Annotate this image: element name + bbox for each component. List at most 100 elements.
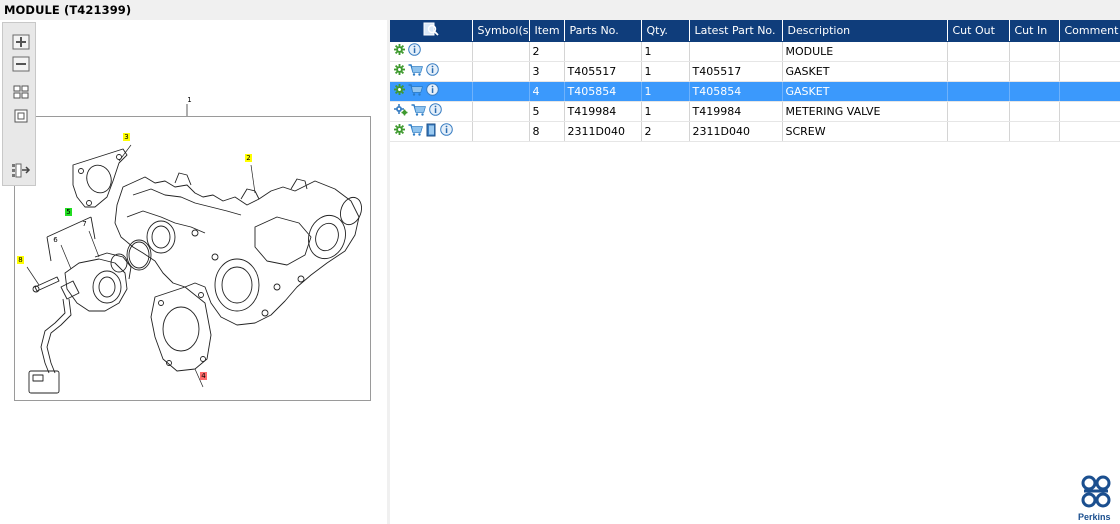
cut-out-cell	[947, 81, 1010, 102]
export-icon	[12, 163, 31, 178]
latest-part-no-cell: T405517	[689, 61, 783, 82]
cart-icon[interactable]	[411, 103, 426, 119]
actual-size-button[interactable]	[11, 107, 31, 125]
title-bar: MODULE (T421399)	[0, 0, 1120, 20]
actual-size-icon	[14, 109, 28, 123]
item-cell: 2	[529, 41, 565, 62]
qty-cell: 1	[641, 61, 690, 82]
qty-cell: 1	[641, 101, 690, 122]
qty-cell: 2	[641, 121, 690, 142]
info-icon[interactable]	[429, 103, 442, 119]
parts-no-cell: T419984	[564, 101, 642, 122]
search-list-icon	[423, 22, 439, 36]
row-actions-cell	[390, 121, 473, 142]
gear-icon[interactable]	[394, 44, 405, 58]
book-icon[interactable]	[426, 123, 437, 140]
gears-icon[interactable]	[394, 103, 408, 119]
table-header: Symbol(s) Item Parts No. Qty. Latest Par…	[390, 20, 1120, 42]
description-cell: GASKET	[782, 81, 948, 102]
description-cell: METERING VALVE	[782, 101, 948, 122]
column-header-parts-no[interactable]: Parts No.	[564, 20, 642, 42]
item-cell: 3	[529, 61, 565, 82]
info-icon[interactable]	[440, 123, 453, 139]
latest-part-no-cell	[689, 41, 783, 62]
column-header-item[interactable]: Item	[529, 20, 565, 42]
item-cell: 4	[529, 81, 565, 102]
latest-part-no-cell: T405854	[689, 81, 783, 102]
comment-cell	[1059, 121, 1120, 142]
cut-in-cell	[1009, 81, 1060, 102]
zoom-in-button[interactable]	[11, 33, 31, 51]
window-title: MODULE (T421399)	[4, 3, 132, 17]
column-header-cut-in[interactable]: Cut In	[1009, 20, 1060, 42]
zoom-out-button[interactable]	[11, 55, 31, 73]
symbols-cell	[472, 81, 530, 102]
cut-in-cell	[1009, 101, 1060, 122]
description-cell: GASKET	[782, 61, 948, 82]
info-icon[interactable]	[408, 43, 421, 59]
symbols-cell	[472, 121, 530, 142]
row-actions-cell	[390, 81, 473, 102]
parts-no-cell: T405854	[564, 81, 642, 102]
zoom-in-icon	[12, 34, 30, 50]
cut-out-cell	[947, 101, 1010, 122]
table-row[interactable]: 5 T419984 1 T419984 METERING VALVE	[390, 101, 1120, 122]
row-actions-cell	[390, 41, 473, 62]
column-header-qty[interactable]: Qty.	[641, 20, 690, 42]
info-icon[interactable]	[426, 83, 439, 99]
comment-cell	[1059, 101, 1120, 122]
cut-in-cell	[1009, 61, 1060, 82]
column-header-tools[interactable]	[390, 20, 473, 42]
export-button[interactable]	[11, 161, 31, 179]
parts-list-panel: Symbol(s) Item Parts No. Qty. Latest Par…	[390, 20, 1120, 524]
column-header-cut-out[interactable]: Cut Out	[947, 20, 1010, 42]
cart-icon[interactable]	[408, 123, 423, 139]
description-cell: SCREW	[782, 121, 948, 142]
column-header-comment[interactable]: Comment	[1059, 20, 1120, 42]
qty-cell: 1	[641, 41, 690, 62]
info-icon[interactable]	[426, 63, 439, 79]
zoom-out-icon	[12, 56, 30, 72]
fit-all-icon	[13, 85, 29, 99]
item-cell: 5	[529, 101, 565, 122]
gear-icon[interactable]	[394, 124, 405, 138]
qty-cell: 1	[641, 81, 690, 102]
perkins-logo-mark	[1081, 475, 1111, 508]
diagram-toolbar	[2, 22, 36, 186]
symbols-cell	[472, 101, 530, 122]
cut-in-cell	[1009, 121, 1060, 142]
parts-no-cell: 2311D040	[564, 121, 642, 142]
table-row[interactable]: 2 1 MODULE	[390, 41, 1120, 62]
parts-table: Symbol(s) Item Parts No. Qty. Latest Par…	[390, 20, 1120, 142]
cart-icon[interactable]	[408, 83, 423, 99]
comment-cell	[1059, 61, 1120, 82]
gear-icon[interactable]	[394, 64, 405, 78]
parts-no-cell	[564, 41, 642, 62]
item-cell: 8	[529, 121, 565, 142]
comment-cell	[1059, 81, 1120, 102]
cut-out-cell	[947, 61, 1010, 82]
cut-out-cell	[947, 41, 1010, 62]
symbols-cell	[472, 41, 530, 62]
description-cell: MODULE	[782, 41, 948, 62]
column-header-symbols[interactable]: Symbol(s)	[472, 20, 530, 42]
table-row[interactable]: 8 2311D040 2 2311D040 SCREW	[390, 121, 1120, 142]
symbols-cell	[472, 61, 530, 82]
cut-in-cell	[1009, 41, 1060, 62]
perkins-logo: Perkins	[1078, 474, 1118, 522]
latest-part-no-cell: 2311D040	[689, 121, 783, 142]
cart-icon[interactable]	[408, 63, 423, 79]
column-header-description[interactable]: Description	[782, 20, 948, 42]
comment-cell	[1059, 41, 1120, 62]
table-row[interactable]: 4 T405854 1 T405854 GASKET	[390, 81, 1120, 102]
parts-no-cell: T405517	[564, 61, 642, 82]
column-header-latest-part-no[interactable]: Latest Part No.	[689, 20, 783, 42]
latest-part-no-cell: T419984	[689, 101, 783, 122]
fit-all-button[interactable]	[11, 83, 31, 101]
gear-icon[interactable]	[394, 84, 405, 98]
row-actions-cell	[390, 101, 473, 122]
table-row[interactable]: 3 T405517 1 T405517 GASKET	[390, 61, 1120, 82]
row-actions-cell	[390, 61, 473, 82]
cut-out-cell	[947, 121, 1010, 142]
exploded-view-diagram[interactable]	[14, 116, 371, 401]
